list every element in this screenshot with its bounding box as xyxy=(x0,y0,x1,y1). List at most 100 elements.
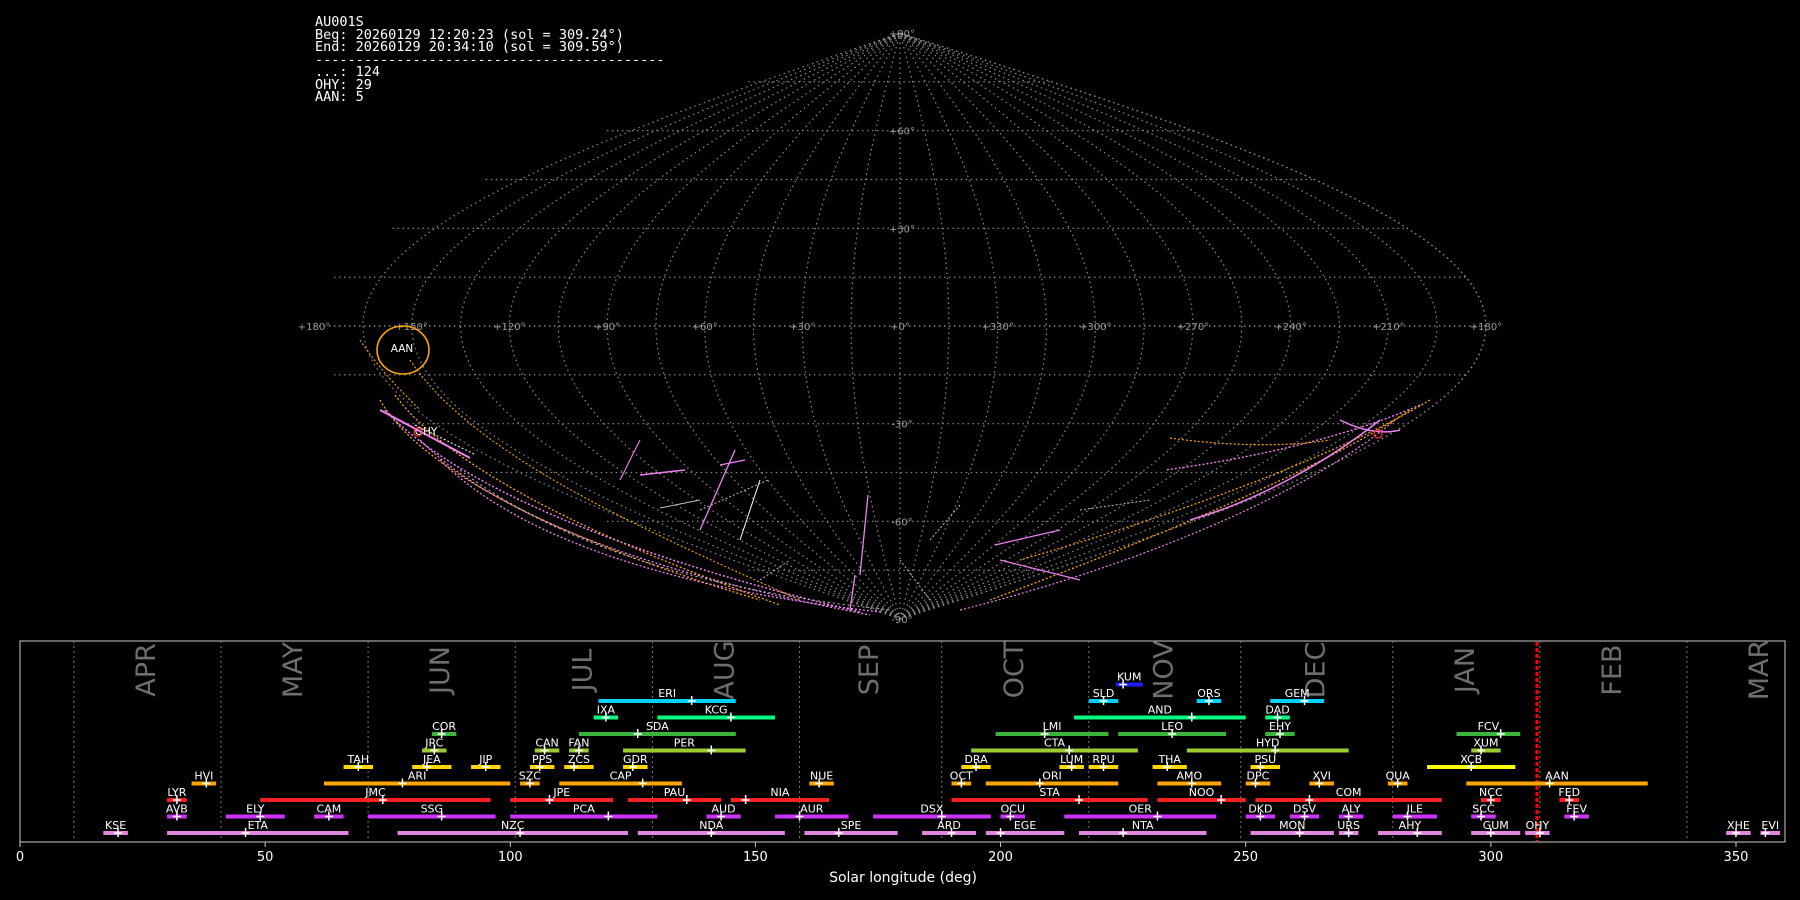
shower-label: EHY xyxy=(1269,720,1291,733)
shower-label: OER xyxy=(1129,803,1153,816)
month-label: NOV xyxy=(1148,640,1179,700)
shower-label: DAD xyxy=(1265,704,1289,717)
sky-lat-label: +90° xyxy=(889,29,915,40)
shower-label: GUM xyxy=(1483,819,1509,832)
shower-label: ILE xyxy=(1407,803,1423,816)
shower-label: SLD xyxy=(1093,687,1115,700)
shower-label: FED xyxy=(1558,786,1580,799)
shower-label: AMO xyxy=(1176,770,1202,783)
shower-label: ELY xyxy=(246,803,265,816)
shower-label: DPC xyxy=(1247,770,1270,783)
shower-label: TAH xyxy=(346,753,369,766)
shower-label: PCA xyxy=(573,803,595,816)
shower-label: LEO xyxy=(1161,720,1183,733)
shower-label: RPU xyxy=(1092,753,1114,766)
shower-label: KSE xyxy=(105,819,126,832)
meteor-trail xyxy=(419,439,871,616)
shower-label: QUA xyxy=(1386,770,1411,783)
meteor-trail xyxy=(859,494,869,576)
shower-label: XCB xyxy=(1460,753,1482,766)
sky-lat-label: +60° xyxy=(889,127,915,138)
sky-map: +180° +150° +120° +90° +60° +30° +0° +330° +300°… xyxy=(298,29,1502,626)
shower-label: STA xyxy=(1039,786,1060,799)
x-tick-label: 300 xyxy=(1478,850,1503,865)
shower-label: HYD xyxy=(1256,737,1279,750)
shower-label: COR xyxy=(432,720,456,733)
timeline-frame xyxy=(19,640,1786,843)
meteor-trail xyxy=(719,459,746,466)
shower-label: AHY xyxy=(1399,819,1422,832)
shower-label: NCC xyxy=(1479,786,1503,799)
shower-label: CTA xyxy=(1044,737,1066,750)
shower-label: OHY xyxy=(1526,819,1550,832)
shower-label: JEA xyxy=(422,753,441,766)
shower-label: MON xyxy=(1279,819,1305,832)
sky-lon-label: +30° xyxy=(789,322,815,333)
sky-lat-label: +30° xyxy=(889,224,915,235)
shower-label: KCG xyxy=(705,704,728,717)
shower-label: ALY xyxy=(1342,803,1361,816)
shower-label: SSG xyxy=(421,803,444,816)
meteor-trail xyxy=(999,559,1081,581)
x-tick-label: 0 xyxy=(16,850,24,865)
meteor-trail xyxy=(659,499,701,509)
shower-label: XHE xyxy=(1727,819,1750,832)
shower-label: GEM xyxy=(1285,687,1310,700)
x-tick-label: 100 xyxy=(498,850,523,865)
shower-label: ARD xyxy=(937,819,961,832)
shower-label: FEV xyxy=(1566,803,1587,816)
shower-label: AUD xyxy=(712,803,736,816)
sky-lat-label: -90° xyxy=(891,615,912,626)
x-tick-label: 250 xyxy=(1233,850,1258,865)
shower-label: AND xyxy=(1148,704,1172,717)
month-label: JAN xyxy=(1450,647,1481,695)
shower-label: JPE xyxy=(552,786,570,799)
shower-label: AVB xyxy=(166,803,188,816)
month-label: APR xyxy=(131,643,162,697)
month-label: SEP xyxy=(854,645,885,695)
shower-label: ETA xyxy=(248,819,269,832)
shower-label: NOO xyxy=(1189,786,1215,799)
shower-label: KUM xyxy=(1117,671,1141,684)
sky-lon-label: +180° xyxy=(298,322,330,333)
shower-label: FCV xyxy=(1478,720,1500,733)
shower-label: IXA xyxy=(597,704,616,717)
sky-lon-label: +90° xyxy=(594,322,620,333)
month-label: MAR xyxy=(1744,640,1775,701)
shower-label: JRC xyxy=(424,737,443,750)
shower-label: ORS xyxy=(1197,687,1220,700)
month-label: DEC xyxy=(1300,642,1331,699)
sky-lon-label: +0° xyxy=(890,322,910,333)
shower-label: THA xyxy=(1157,753,1181,766)
sky-lon-label: +270° xyxy=(1177,322,1209,333)
month-label: AUG xyxy=(710,640,741,699)
shower-label: JIP xyxy=(478,753,492,766)
shower-label: ZCS xyxy=(568,753,590,766)
shower-label: DSV xyxy=(1293,803,1316,816)
x-tick-label: 200 xyxy=(988,850,1013,865)
meteor-trail xyxy=(459,469,891,611)
shower-label: JMC xyxy=(364,786,386,799)
shower-label: SPE xyxy=(841,819,862,832)
sky-lon-label: +300° xyxy=(1079,322,1111,333)
aan-radiant-label: AAN xyxy=(391,343,414,355)
shower-label: NUE xyxy=(810,770,833,783)
shower-label: PAU xyxy=(664,786,686,799)
sky-lat-label: -60° xyxy=(891,517,912,528)
shower-label: NDA xyxy=(699,819,724,832)
meteor-trail xyxy=(929,504,961,541)
shower-label: SDA xyxy=(646,720,669,733)
shower-label: GDR xyxy=(623,753,648,766)
shower-label: SCC xyxy=(1472,803,1495,816)
sky-lon-label: +60° xyxy=(692,322,718,333)
meteor-trail xyxy=(739,479,761,541)
sky-lon-label: +180° xyxy=(1470,322,1502,333)
shower-label: XUM xyxy=(1473,737,1498,750)
shower-label: URS xyxy=(1337,819,1360,832)
meteor-trail xyxy=(959,419,1396,611)
month-label: JUL xyxy=(567,649,598,694)
shower-label: OCT xyxy=(950,770,973,783)
sky-lon-label: +240° xyxy=(1274,322,1306,333)
shower-label: SZC xyxy=(519,770,542,783)
shower-label: DSX xyxy=(920,803,943,816)
